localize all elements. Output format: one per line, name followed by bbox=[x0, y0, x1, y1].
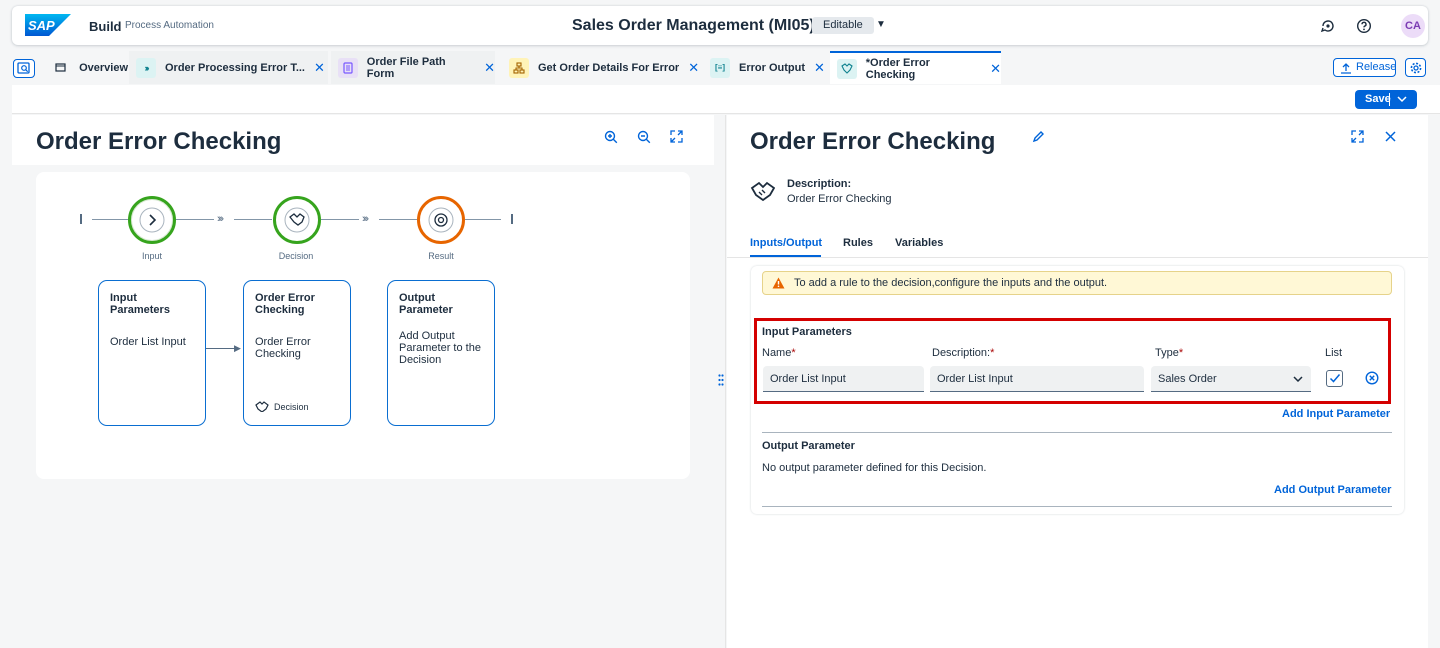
tab-variables[interactable]: Variables bbox=[895, 237, 943, 249]
tab-get-order-details[interactable]: Get Order Details For Error ✕ bbox=[502, 51, 702, 84]
chevron-down-icon[interactable] bbox=[1397, 95, 1407, 103]
close-icon[interactable]: ✕ bbox=[484, 60, 495, 76]
warning-icon bbox=[772, 277, 785, 289]
chevron-right-icon bbox=[139, 207, 165, 233]
handshake-icon bbox=[750, 181, 775, 202]
zoom-out-icon[interactable] bbox=[637, 130, 651, 144]
editor-toolbar: Save bbox=[12, 85, 1440, 114]
canvas-header: Order Error Checking bbox=[12, 115, 714, 165]
close-icon[interactable]: ✕ bbox=[688, 60, 699, 76]
decision-card[interactable]: Order Error Checking Order Error Checkin… bbox=[243, 280, 351, 426]
close-icon[interactable]: ✕ bbox=[990, 61, 1001, 77]
remove-icon[interactable] bbox=[1365, 371, 1379, 385]
target-icon bbox=[428, 207, 454, 233]
output-parameter-card[interactable]: Output Parameter Add Output Parameter to… bbox=[387, 280, 495, 426]
help-icon[interactable] bbox=[1356, 18, 1372, 34]
decision-node[interactable] bbox=[273, 196, 321, 244]
tab-inputs-output[interactable]: Inputs/Output bbox=[750, 237, 822, 249]
no-output-message: No output parameter defined for this Dec… bbox=[762, 462, 987, 474]
decision-icon bbox=[837, 58, 857, 79]
form-icon bbox=[338, 57, 358, 78]
search-icon bbox=[17, 62, 30, 74]
caret-down-icon[interactable]: ▼ bbox=[876, 19, 886, 30]
close-icon[interactable]: ✕ bbox=[814, 60, 825, 76]
handshake-icon bbox=[284, 207, 310, 233]
output-icon: [≡] bbox=[710, 57, 730, 78]
arrow-head-icon: ▶ bbox=[234, 343, 241, 353]
close-icon[interactable]: ✕ bbox=[314, 60, 325, 76]
add-input-parameter-link[interactable]: Add Input Parameter bbox=[1282, 408, 1390, 420]
product-name: Build bbox=[89, 19, 122, 34]
tab-error-output[interactable]: [≡] Error Output ✕ bbox=[703, 51, 827, 84]
tab-order-file-path-form[interactable]: Order File Path Form ✕ bbox=[331, 51, 495, 84]
check-icon bbox=[1329, 374, 1341, 383]
settings-button[interactable] bbox=[1405, 58, 1426, 77]
name-label: Name* bbox=[762, 347, 796, 359]
output-parameter-title: Output Parameter bbox=[762, 440, 855, 452]
fit-screen-icon[interactable] bbox=[670, 130, 683, 143]
chevron-down-icon bbox=[1293, 376, 1303, 383]
result-node[interactable] bbox=[417, 196, 465, 244]
zoom-in-icon[interactable] bbox=[604, 130, 618, 144]
input-parameters-card[interactable]: Input Parameters Order List Input bbox=[98, 280, 206, 426]
tab-rules[interactable]: Rules bbox=[843, 237, 873, 249]
detail-title: Order Error Checking bbox=[750, 128, 996, 155]
list-label: List bbox=[1325, 347, 1343, 359]
search-tabs-button[interactable] bbox=[13, 59, 35, 78]
list-checkbox[interactable] bbox=[1326, 370, 1343, 387]
type-label: Type* bbox=[1155, 347, 1184, 359]
upload-icon bbox=[1341, 63, 1351, 74]
tab-order-error-checking[interactable]: *Order Error Checking ✕ bbox=[830, 51, 1001, 84]
subproduct-name: Process Automation bbox=[125, 20, 214, 31]
tab-overview[interactable]: Overview bbox=[44, 51, 128, 84]
input-node[interactable] bbox=[128, 196, 176, 244]
description-value: Order Error Checking bbox=[787, 193, 892, 205]
add-output-parameter-link[interactable]: Add Output Parameter bbox=[1274, 484, 1391, 496]
description-label: Description: bbox=[787, 178, 852, 190]
description-field-label: Description:* bbox=[932, 347, 995, 359]
app-title: Sales Order Management (MI05) bbox=[572, 17, 815, 34]
automation-icon bbox=[509, 57, 529, 78]
editor-tabs: Overview ››› Order Processing Error T...… bbox=[0, 51, 1440, 84]
fullscreen-icon[interactable] bbox=[1351, 130, 1364, 143]
shell-bar: SAP Build Process Automation Sales Order… bbox=[12, 6, 1428, 45]
inputs-output-form: To add a rule to the decision,configure … bbox=[751, 266, 1404, 514]
name-input[interactable]: Order List Input bbox=[763, 366, 924, 392]
avatar[interactable]: CA bbox=[1401, 14, 1425, 38]
tab-order-processing[interactable]: ››› Order Processing Error T... ✕ bbox=[129, 51, 328, 84]
edit-icon[interactable] bbox=[1032, 130, 1045, 143]
sap-logo[interactable]: SAP bbox=[25, 14, 71, 36]
status-badge[interactable]: Editable bbox=[812, 17, 874, 34]
save-button[interactable]: Save bbox=[1355, 90, 1417, 109]
overview-icon bbox=[51, 58, 70, 78]
release-button[interactable]: Release bbox=[1333, 58, 1396, 77]
description-input[interactable]: Order List Input bbox=[930, 366, 1144, 392]
canvas-title: Order Error Checking bbox=[36, 128, 282, 155]
gear-icon bbox=[1410, 62, 1422, 74]
handshake-icon bbox=[255, 401, 269, 412]
input-parameters-title: Input Parameters bbox=[762, 326, 852, 338]
flow-arrow-icon: ››› bbox=[217, 213, 224, 225]
feedback-icon[interactable] bbox=[1320, 18, 1336, 34]
type-select[interactable]: Sales Order bbox=[1151, 366, 1311, 392]
close-icon[interactable] bbox=[1385, 131, 1396, 142]
decision-canvas: Input ››› Decision ››› Result Input Para… bbox=[36, 172, 690, 479]
flow-arrow-icon: ››› bbox=[362, 213, 369, 225]
svg-text:SAP: SAP bbox=[28, 18, 55, 33]
resize-handle-icon[interactable] bbox=[718, 374, 724, 386]
process-icon: ››› bbox=[136, 57, 156, 78]
warning-message-strip: To add a rule to the decision,configure … bbox=[762, 271, 1392, 295]
